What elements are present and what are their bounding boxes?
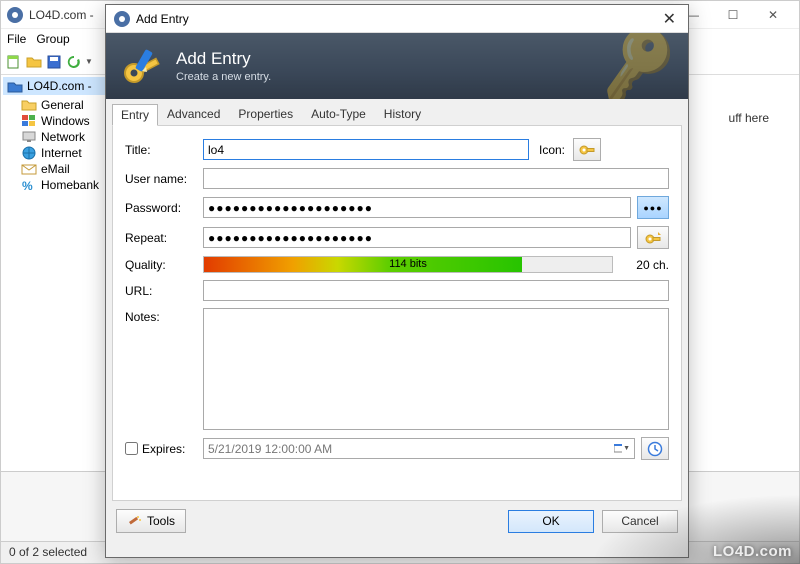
tab-body: Title: Icon: User name: Password: ●●●●●●…: [112, 125, 682, 501]
folder-icon: [21, 98, 37, 112]
status-text: 0 of 2 selected: [9, 545, 87, 559]
open-folder-icon[interactable]: [25, 53, 43, 71]
tabs: Entry Advanced Properties Auto-Type Hist…: [106, 99, 688, 125]
password-input[interactable]: ●●●●●●●●●●●●●●●●●●●●: [203, 197, 631, 218]
dialog-titlebar[interactable]: Add Entry ✕: [106, 5, 688, 33]
toolbar-dropdown-icon[interactable]: ▼: [85, 57, 93, 66]
globe-icon: [21, 146, 37, 160]
icon-picker-button[interactable]: [573, 138, 601, 161]
reveal-password-button[interactable]: ●●●: [637, 196, 669, 219]
percent-icon: %: [21, 178, 37, 192]
label-url: URL:: [125, 284, 203, 298]
title-input[interactable]: [203, 139, 529, 160]
repeat-password-input[interactable]: ●●●●●●●●●●●●●●●●●●●●: [203, 227, 631, 248]
maximize-button[interactable]: ☐: [713, 5, 753, 25]
username-input[interactable]: [203, 168, 669, 189]
dialog-title: Add Entry: [136, 12, 189, 26]
tree-label: eMail: [41, 162, 70, 176]
tree-label: Network: [41, 130, 85, 144]
lock-icon: [114, 11, 130, 27]
tools-button[interactable]: Tools: [116, 509, 186, 533]
menu-file[interactable]: File: [7, 32, 26, 46]
menu-group[interactable]: Group: [36, 32, 69, 46]
pencil-key-icon: [120, 43, 166, 89]
windows-icon: [21, 114, 37, 128]
network-icon: [21, 130, 37, 144]
quality-chars: 20 ch.: [623, 258, 669, 272]
expires-presets-button[interactable]: [641, 437, 669, 460]
header-subtitle: Create a new entry.: [176, 71, 271, 83]
label-notes: Notes:: [125, 308, 203, 324]
tree-label: Homebank: [41, 178, 99, 192]
tab-properties[interactable]: Properties: [229, 103, 302, 125]
expires-checkbox[interactable]: [125, 442, 138, 455]
svg-text:%: %: [22, 179, 33, 192]
label-title: Title:: [125, 143, 203, 157]
tab-autotype[interactable]: Auto-Type: [302, 103, 375, 125]
dialog-footer: Tools OK Cancel: [106, 501, 688, 541]
tools-label: Tools: [147, 514, 175, 528]
window-close-button[interactable]: ✕: [753, 5, 793, 25]
label-repeat: Repeat:: [125, 231, 203, 245]
lock-icon: [7, 7, 23, 23]
expires-value: 5/21/2019 12:00:00 AM: [208, 442, 332, 456]
wand-icon: [127, 514, 141, 528]
tree-label: General: [41, 98, 84, 112]
url-input[interactable]: [203, 280, 669, 301]
dialog-close-button[interactable]: ✕: [659, 9, 680, 29]
tab-entry[interactable]: Entry: [112, 104, 158, 126]
key-watermark-icon: 🔑: [592, 33, 684, 99]
label-password: Password:: [125, 201, 203, 215]
tree-root-label: LO4D.com -: [27, 79, 92, 93]
database-icon: [7, 79, 23, 93]
dots-icon: ●●●: [643, 203, 662, 213]
cancel-button[interactable]: Cancel: [602, 510, 678, 533]
label-username: User name:: [125, 172, 203, 186]
right-pane-hint: uff here: [729, 111, 769, 125]
ok-button[interactable]: OK: [508, 510, 594, 533]
generate-password-button[interactable]: [637, 226, 669, 249]
add-entry-dialog: Add Entry ✕ 🔑 Add Entry Create a new ent…: [105, 4, 689, 558]
header-title: Add Entry: [176, 49, 271, 69]
notes-input[interactable]: [203, 308, 669, 430]
calendar-dropdown-icon[interactable]: ▼: [614, 441, 630, 457]
save-icon[interactable]: [45, 53, 63, 71]
label-expires: Expires:: [142, 442, 185, 456]
tree-label: Windows: [41, 114, 90, 128]
tree-label: Internet: [41, 146, 82, 160]
email-icon: [21, 162, 37, 176]
new-file-icon[interactable]: [5, 53, 23, 71]
quality-bits: 114 bits: [204, 257, 612, 272]
dialog-header: 🔑 Add Entry Create a new entry.: [106, 33, 688, 99]
refresh-icon[interactable]: [65, 53, 83, 71]
tab-advanced[interactable]: Advanced: [158, 103, 229, 125]
label-icon: Icon:: [539, 143, 565, 157]
tab-history[interactable]: History: [375, 103, 430, 125]
quality-bar: 114 bits: [203, 256, 613, 273]
label-quality: Quality:: [125, 258, 203, 272]
expires-datetime-input[interactable]: 5/21/2019 12:00:00 AM ▼: [203, 438, 635, 459]
